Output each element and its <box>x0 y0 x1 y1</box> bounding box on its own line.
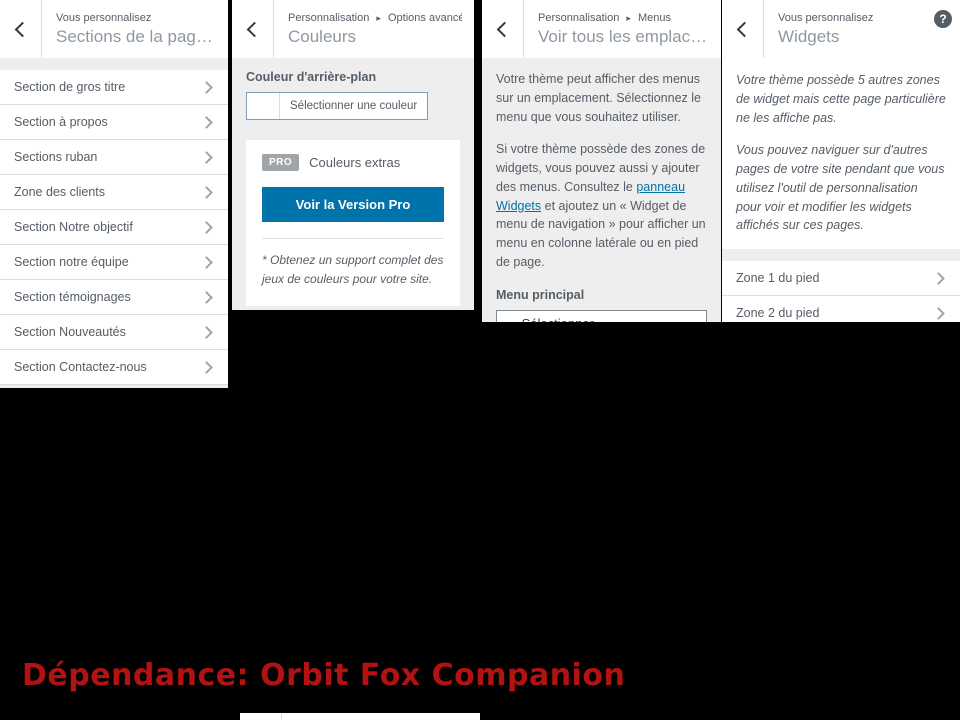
breadcrumb-separator-icon: ▸ <box>376 13 381 24</box>
page-title: Widgets <box>778 27 840 47</box>
list-item[interactable]: Zone des clients <box>0 175 228 210</box>
panel-menus: Personnalisation ▸ Menus Voir tous les e… <box>482 0 721 322</box>
list-item-label: Sections ruban <box>14 150 98 164</box>
back-button-widgets[interactable] <box>722 0 764 58</box>
pro-feature-label: Couleurs extras <box>309 155 401 170</box>
main-menu-select[interactable]: — Sélectionner — <box>496 309 707 322</box>
help-circle-icon[interactable]: ? <box>934 10 952 28</box>
panel-menus-header: Personnalisation ▸ Menus Voir tous les e… <box>482 0 721 58</box>
breadcrumb-leaf: Menus <box>638 12 672 25</box>
color-swatch <box>247 93 280 119</box>
page-title: Voir tous les emplaceme... <box>538 27 709 47</box>
chevron-left-icon <box>246 21 262 37</box>
page-title: Sections de la page d'a... <box>56 27 216 47</box>
pro-header-line: PRO Couleurs extras <box>262 154 444 171</box>
screenshot-stage: Vous personnalisez Sections de la page d… <box>0 0 960 720</box>
panel-colors-header: Personnalisation ▸ Options avancées Coul… <box>232 0 474 58</box>
widgets-description-2: Vous pouvez naviguer sur d'autres pages … <box>736 143 945 233</box>
chevron-right-icon <box>200 150 213 164</box>
breadcrumb-root: Personnalisation <box>288 12 370 25</box>
pro-badge: PRO <box>262 154 300 171</box>
background-color-label: Couleur d'arrière-plan <box>246 70 377 84</box>
widget-areas-list: Zone 1 du pied Zone 2 du pied Zone 3 du … <box>722 261 960 322</box>
breadcrumb-root: Personnalisation <box>538 12 620 25</box>
list-item[interactable]: Zone 1 du pied <box>722 261 960 296</box>
color-picker-label: Sélectionner une couleur <box>290 100 418 112</box>
panel-sections-header: Vous personnalisez Sections de la page d… <box>0 0 228 58</box>
panel-colors-content: Couleur d'arrière-plan Sélectionner une … <box>232 58 474 310</box>
breadcrumb-leaf: Options avancées <box>388 12 462 25</box>
sections-list: Section de gros titre Section à propos S… <box>0 70 228 385</box>
dependency-caption: Dépendance: Orbit Fox Companion <box>22 658 626 693</box>
panel-colors: Personnalisation ▸ Options avancées Coul… <box>232 0 474 310</box>
list-item[interactable]: Sections ruban <box>0 140 228 175</box>
divider <box>281 713 282 720</box>
panel-colors-titles: Personnalisation ▸ Options avancées Coul… <box>274 0 474 58</box>
widgets-spacer <box>722 249 960 261</box>
chevron-right-icon <box>200 360 213 374</box>
list-item[interactable]: Section témoignages <box>0 280 228 315</box>
list-item-label: Section Nouveautés <box>14 325 126 339</box>
breadcrumb: Personnalisation ▸ Options avancées <box>288 11 462 26</box>
breadcrumb: Personnalisation ▸ Menus <box>538 11 709 26</box>
chevron-right-icon <box>932 271 945 285</box>
header-spacer <box>0 58 228 70</box>
list-item-label: Zone 1 du pied <box>736 271 820 285</box>
chevron-right-icon <box>200 290 213 304</box>
chevron-right-icon <box>200 115 213 129</box>
list-item-label: Zone des clients <box>14 185 106 199</box>
chevron-right-icon <box>200 220 213 234</box>
menus-description-2: Si votre thème possède des zones de widg… <box>496 140 707 271</box>
chevron-right-icon <box>200 255 213 269</box>
list-item-label: Section de gros titre <box>14 80 126 94</box>
list-item[interactable]: Section de gros titre <box>0 70 228 105</box>
list-item-label: Section Notre objectif <box>14 220 133 234</box>
bottom-panel-edge <box>240 713 480 720</box>
page-title: Couleurs <box>288 27 357 47</box>
widgets-description-1: Votre thème possède 5 autres zones de wi… <box>736 73 946 125</box>
list-item[interactable]: Section notre équipe <box>0 245 228 280</box>
panel-sections-titles: Vous personnalisez Sections de la page d… <box>42 0 228 58</box>
widgets-description-block: Votre thème possède 5 autres zones de wi… <box>722 58 960 249</box>
chevron-left-icon <box>14 21 30 37</box>
main-menu-select-wrap: — Sélectionner — <box>496 309 707 322</box>
panel-widgets: Vous personnalisez Widgets ? Votre thème… <box>722 0 960 322</box>
list-item[interactable]: Section Nouveautés <box>0 315 228 350</box>
list-item[interactable]: Zone 2 du pied <box>722 296 960 322</box>
breadcrumb: Vous personnalisez <box>778 12 874 25</box>
pro-note: * Obtenez un support complet des jeux de… <box>262 253 444 286</box>
view-pro-version-button[interactable]: Voir la Version Pro <box>262 187 444 222</box>
list-item-label: Zone 2 du pied <box>736 306 820 320</box>
back-button-sections[interactable] <box>0 0 42 58</box>
chevron-left-icon <box>496 21 512 37</box>
back-button-colors[interactable] <box>232 0 274 58</box>
list-item-label: Section Contactez-nous <box>14 360 147 374</box>
list-item-label: Section à propos <box>14 115 108 129</box>
menus-description-1: Votre thème peut afficher des menus sur … <box>496 72 701 124</box>
breadcrumb: Vous personnalisez <box>56 12 152 25</box>
divider <box>262 238 444 239</box>
list-item[interactable]: Section à propos <box>0 105 228 140</box>
chevron-right-icon <box>200 185 213 199</box>
list-item-label: Section notre équipe <box>14 255 129 269</box>
list-item[interactable]: Section Contactez-nous <box>0 350 228 385</box>
back-button-menus[interactable] <box>482 0 524 58</box>
list-item[interactable]: Section Notre objectif <box>0 210 228 245</box>
panel-menus-titles: Personnalisation ▸ Menus Voir tous les e… <box>524 0 721 58</box>
panel-widgets-titles: Vous personnalisez Widgets <box>764 0 960 58</box>
panel-widgets-header: Vous personnalisez Widgets ? <box>722 0 960 58</box>
pro-upsell-card: PRO Couleurs extras Voir la Version Pro … <box>246 140 460 307</box>
chevron-right-icon <box>200 325 213 339</box>
color-picker-button[interactable]: Sélectionner une couleur <box>246 92 429 120</box>
chevron-left-icon <box>736 21 752 37</box>
chevron-right-icon <box>200 80 213 94</box>
panel-menus-content: Votre thème peut afficher des menus sur … <box>482 58 721 322</box>
panel-sections: Vous personnalisez Sections de la page d… <box>0 0 228 388</box>
main-menu-label: Menu principal <box>496 287 585 302</box>
chevron-right-icon <box>932 306 945 320</box>
breadcrumb-separator-icon: ▸ <box>626 13 631 24</box>
list-item-label: Section témoignages <box>14 290 131 304</box>
